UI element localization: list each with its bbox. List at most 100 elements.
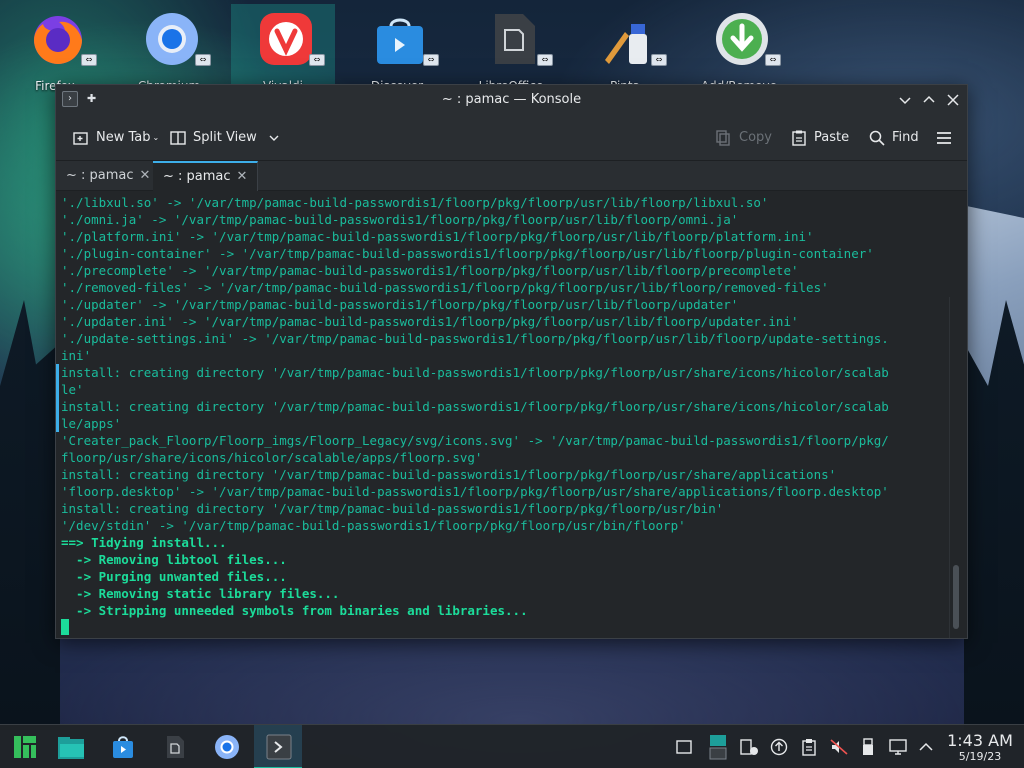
split-view-icon [170,130,186,145]
terminal-line: 'Creater_pack_Floorp/Floorp_imgs/Floorp_… [61,433,889,448]
download-icon [716,13,768,65]
desktop-icon-firefox[interactable]: ⇔ Firefox [3,4,107,93]
tray-expand-icon[interactable] [916,737,936,757]
network-icon[interactable] [888,737,908,757]
show-desktop-icon[interactable] [674,737,694,757]
link-icon: ⇔ [195,54,211,66]
volume-muted-icon[interactable] [829,737,849,757]
manjaro-icon [14,736,36,758]
link-icon: ⇔ [651,54,667,66]
find-button[interactable]: Find [868,127,919,149]
link-icon: ⇔ [81,54,97,66]
update-icon[interactable] [769,737,789,757]
link-icon: ⇔ [537,54,553,66]
terminal-line: floorp/usr/share/icons/hicolor/scalable/… [61,450,483,465]
terminal-line: './precomplete' -> '/var/tmp/pamac-build… [61,263,799,278]
hamburger-menu-button[interactable] [935,127,953,149]
taskbar: 1:43 AM 5/19/23 [0,724,1024,768]
terminal-line: './updater' -> '/var/tmp/pamac-build-pas… [61,297,739,312]
new-tab-icon [73,131,88,145]
terminal-line: '/dev/stdin' -> '/var/tmp/pamac-build-pa… [61,518,686,533]
status-line: -> Removing static library files... [61,586,340,601]
paste-button[interactable]: Paste [790,127,849,149]
folder-icon [58,737,84,759]
application-launcher[interactable] [0,725,48,768]
discover-icon [113,736,133,758]
find-label: Find [892,130,919,145]
terminal-line: './platform.ini' -> '/var/tmp/pamac-buil… [61,229,814,244]
usb-device-icon[interactable] [858,737,878,757]
status-line: ==> Tidying install... [61,535,227,550]
pager-icon[interactable] [708,733,728,761]
task-file-manager[interactable] [46,725,94,768]
vivaldi-icon [260,13,312,65]
chevron-down-icon [269,135,279,141]
tab-pamac-2[interactable]: ~ : pamac ✕ [153,161,259,191]
desktop-icon-libreoffice[interactable]: ⇔ LibreOffice [459,4,563,93]
tab-close-icon[interactable]: ✕ [237,163,248,191]
desktop-icon-vivaldi[interactable]: ⇔ Vivaldi [231,4,335,93]
minimize-button[interactable] [895,90,915,110]
terminal-output[interactable]: './libxul.so' -> '/var/tmp/pamac-build-p… [56,191,967,638]
terminal-line: install: creating directory '/var/tmp/pa… [56,398,943,415]
task-discover[interactable] [98,725,146,768]
chromium-icon [146,13,198,65]
clock-time: 1:43 AM [947,731,1013,750]
task-konsole[interactable] [254,725,302,768]
desktop-icon-pinta[interactable]: ⇔ Pinta [573,4,677,93]
clipboard-icon[interactable] [799,737,819,757]
konsole-window: › ✚ ~ : pamac — Konsole New Tab ⌄ Split V… [55,84,968,639]
desktop-icon-add-remove[interactable]: ⇔ Add/Remove [687,4,791,93]
chevron-up-icon [923,95,935,103]
wallpaper-trees-left [0,300,60,730]
terminal-line: './omni.ja' -> '/var/tmp/pamac-build-pas… [61,212,739,227]
digital-clock[interactable]: 1:43 AM 5/19/23 [942,731,1018,764]
paste-icon [792,130,806,146]
terminal-line: './libxul.so' -> '/var/tmp/pamac-build-p… [61,195,769,210]
terminal-cursor [61,619,69,635]
link-icon: ⇔ [765,54,781,66]
package-updates-icon[interactable] [739,737,759,757]
terminal-line: './updater.ini' -> '/var/tmp/pamac-build… [61,314,799,329]
new-tab-button[interactable]: New Tab ⌄ [72,127,159,149]
maximize-button[interactable] [919,90,939,110]
tab-close-icon[interactable]: ✕ [140,161,151,191]
hamburger-menu-icon [937,131,951,144]
close-icon [947,94,959,106]
desktop-icons: ⇔ Firefox ⇔ Chromium ⇔ Vivaldi [0,0,1024,93]
task-libreoffice[interactable] [150,725,198,768]
desktop-icon-discover[interactable]: ⇔ Discover [345,4,449,93]
split-view-button[interactable]: Split View [169,127,281,149]
pinta-icon [605,24,647,64]
terminal-line: install: creating directory '/var/tmp/pa… [56,364,943,381]
copy-button[interactable]: Copy [715,127,772,149]
task-chromium[interactable] [202,725,250,768]
terminal-line: le' [56,381,943,398]
libreoffice-icon [167,736,184,758]
status-line: -> Stripping unneeded symbols from binar… [61,603,528,618]
terminal-line: 'floorp.desktop' -> '/var/tmp/pamac-buil… [61,484,889,499]
close-button[interactable] [943,90,963,110]
terminal-icon [266,734,292,760]
search-icon [869,130,885,146]
tab-pamac-1[interactable]: ~ : pamac ✕ [56,161,162,191]
terminal-line: install: creating directory '/var/tmp/pa… [61,501,724,516]
desktop-icon-chromium[interactable]: ⇔ Chromium [117,4,221,93]
window-title: ~ : pamac — Konsole [441,92,582,107]
clock-date: 5/19/23 [958,750,1002,763]
terminal-line: le/apps' [56,415,943,432]
terminal-line: install: creating directory '/var/tmp/pa… [61,467,837,482]
dropdown-arrow-icon: ⌄ [152,133,160,142]
split-view-label: Split View [193,130,257,145]
tab-label: ~ : pamac [66,168,134,183]
copy-label: Copy [739,130,772,145]
libreoffice-icon [495,14,535,64]
new-tab-label: New Tab [96,130,151,145]
scrollbar-thumb[interactable] [953,565,959,629]
chromium-icon [215,735,239,759]
discover-icon [377,18,423,64]
terminal-line: './plugin-container' -> '/var/tmp/pamac-… [61,246,874,261]
terminal-line: ini' [61,348,92,363]
status-line: -> Removing libtool files... [61,552,287,567]
window-titlebar[interactable]: › ✚ ~ : pamac — Konsole [56,85,967,115]
